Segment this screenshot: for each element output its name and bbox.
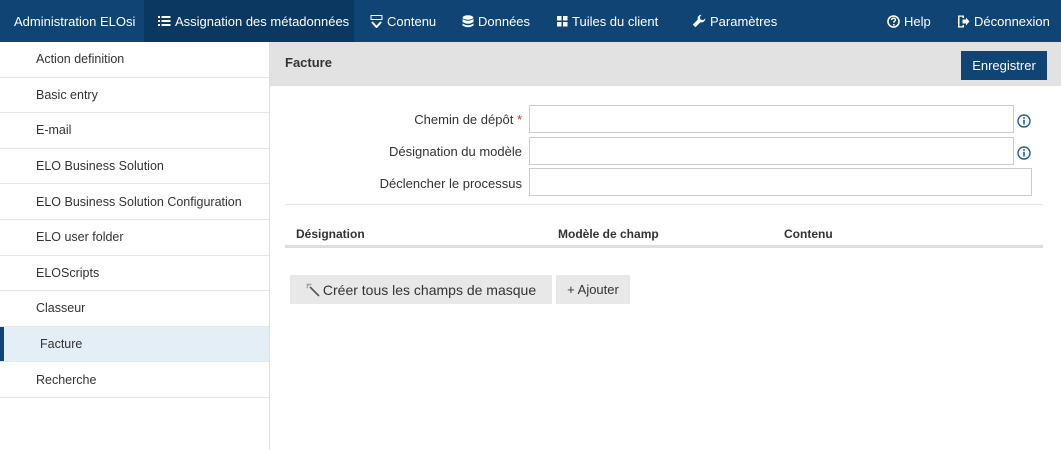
- template-name-label-text: Désignation du modèle: [389, 144, 522, 159]
- nav-item-label: Paramètres: [710, 13, 778, 29]
- sidebar-item-label: E-mail: [36, 123, 72, 138]
- sidebar-item-label: Basic entry: [36, 87, 98, 102]
- storage-path-label: Chemin de dépôt *: [270, 112, 522, 127]
- save-button[interactable]: Enregistrer: [961, 51, 1047, 80]
- column-header-content: Contenu: [784, 227, 833, 241]
- sidebar-item-recherche[interactable]: Recherche: [0, 362, 269, 398]
- content-icon: [370, 14, 383, 28]
- sidebar-item-label: ELO user folder: [36, 230, 124, 245]
- main-panel: Facture Enregistrer Chemin de dépôt * Dé…: [270, 42, 1061, 450]
- logout-label: Déconnexion: [974, 13, 1050, 29]
- divider: [285, 204, 1043, 205]
- trigger-process-input[interactable]: [529, 168, 1032, 196]
- sidebar-item-action-definition[interactable]: Action definition: [0, 42, 269, 78]
- panel-header: Facture Enregistrer: [270, 42, 1061, 86]
- page-title: Facture: [285, 55, 332, 70]
- trigger-process-label: Déclencher le processus: [270, 176, 522, 191]
- sidebar-item-elo-user-folder[interactable]: ELO user folder: [0, 220, 269, 256]
- create-all-mask-fields-label: Créer tous les champs de masque: [322, 281, 537, 298]
- create-all-mask-fields-button[interactable]: Créer tous les champs de masque: [290, 275, 552, 304]
- sidebar: Action definition Basic entry E-mail ELO…: [0, 42, 270, 450]
- wrench-icon: [692, 14, 706, 28]
- nav-item-content[interactable]: Contenu: [370, 0, 436, 42]
- nav-item-label: Contenu: [387, 13, 437, 29]
- nav-item-label: Tuiles du client: [572, 13, 659, 29]
- trigger-process-label-text: Déclencher le processus: [379, 176, 522, 191]
- sidebar-item-eloscripts[interactable]: ELOScripts: [0, 256, 269, 292]
- column-header-designation: Désignation: [296, 227, 365, 241]
- tiles-icon: [557, 15, 568, 27]
- nav-item-metadata-assignment[interactable]: Assignation des métadonnées: [144, 0, 354, 42]
- storage-path-input[interactable]: [529, 105, 1014, 133]
- sidebar-item-label: Action definition: [36, 52, 125, 67]
- template-name-input[interactable]: [529, 137, 1014, 165]
- sidebar-item-email[interactable]: E-mail: [0, 113, 269, 149]
- nav-item-settings[interactable]: Paramètres: [692, 0, 777, 42]
- info-icon[interactable]: [1017, 146, 1031, 160]
- sidebar-item-label: Facture: [40, 337, 83, 352]
- sidebar-item-elo-business-solution-configuration[interactable]: ELO Business Solution Configuration: [0, 184, 269, 220]
- top-navigation-bar: Administration ELOsi Assignation des mét…: [0, 0, 1061, 42]
- help-icon: [887, 14, 900, 28]
- sidebar-item-label: Classeur: [36, 301, 86, 316]
- sidebar-item-label: Recherche: [36, 372, 97, 387]
- sidebar-item-basic-entry[interactable]: Basic entry: [0, 78, 269, 114]
- nav-item-data[interactable]: Données: [462, 0, 530, 42]
- nav-brand-label: Administration ELOsi: [14, 13, 136, 29]
- nav-item-label: Données: [478, 13, 531, 29]
- sidebar-item-label: ELO Business Solution Configuration: [36, 194, 242, 209]
- sidebar-item-classeur[interactable]: Classeur: [0, 291, 269, 327]
- sidebar-item-elo-business-solution[interactable]: ELO Business Solution: [0, 149, 269, 185]
- database-icon: [462, 14, 474, 28]
- storage-path-label-text: Chemin de dépôt: [414, 112, 514, 127]
- magic-wand-icon: [306, 282, 320, 297]
- info-icon[interactable]: [1017, 114, 1031, 128]
- add-button[interactable]: + Ajouter: [556, 275, 630, 304]
- nav-item-client-tiles[interactable]: Tuiles du client: [557, 0, 658, 42]
- template-name-label: Désignation du modèle: [270, 144, 522, 159]
- required-marker: *: [516, 112, 522, 127]
- nav-help[interactable]: Help: [887, 0, 931, 42]
- sidebar-item-facture[interactable]: Facture: [0, 326, 269, 363]
- table-header-underline: [285, 245, 1043, 248]
- nav-item-label: Assignation des métadonnées: [175, 13, 350, 29]
- column-header-field-template: Modèle de champ: [558, 227, 659, 241]
- list-icon: [158, 15, 171, 27]
- nav-logout[interactable]: Déconnexion: [957, 0, 1050, 42]
- sidebar-item-label: ELO Business Solution: [36, 159, 164, 174]
- logout-icon: [957, 15, 970, 28]
- help-label: Help: [904, 13, 931, 29]
- nav-brand[interactable]: Administration ELOsi: [14, 0, 135, 42]
- sidebar-item-label: ELOScripts: [36, 265, 100, 280]
